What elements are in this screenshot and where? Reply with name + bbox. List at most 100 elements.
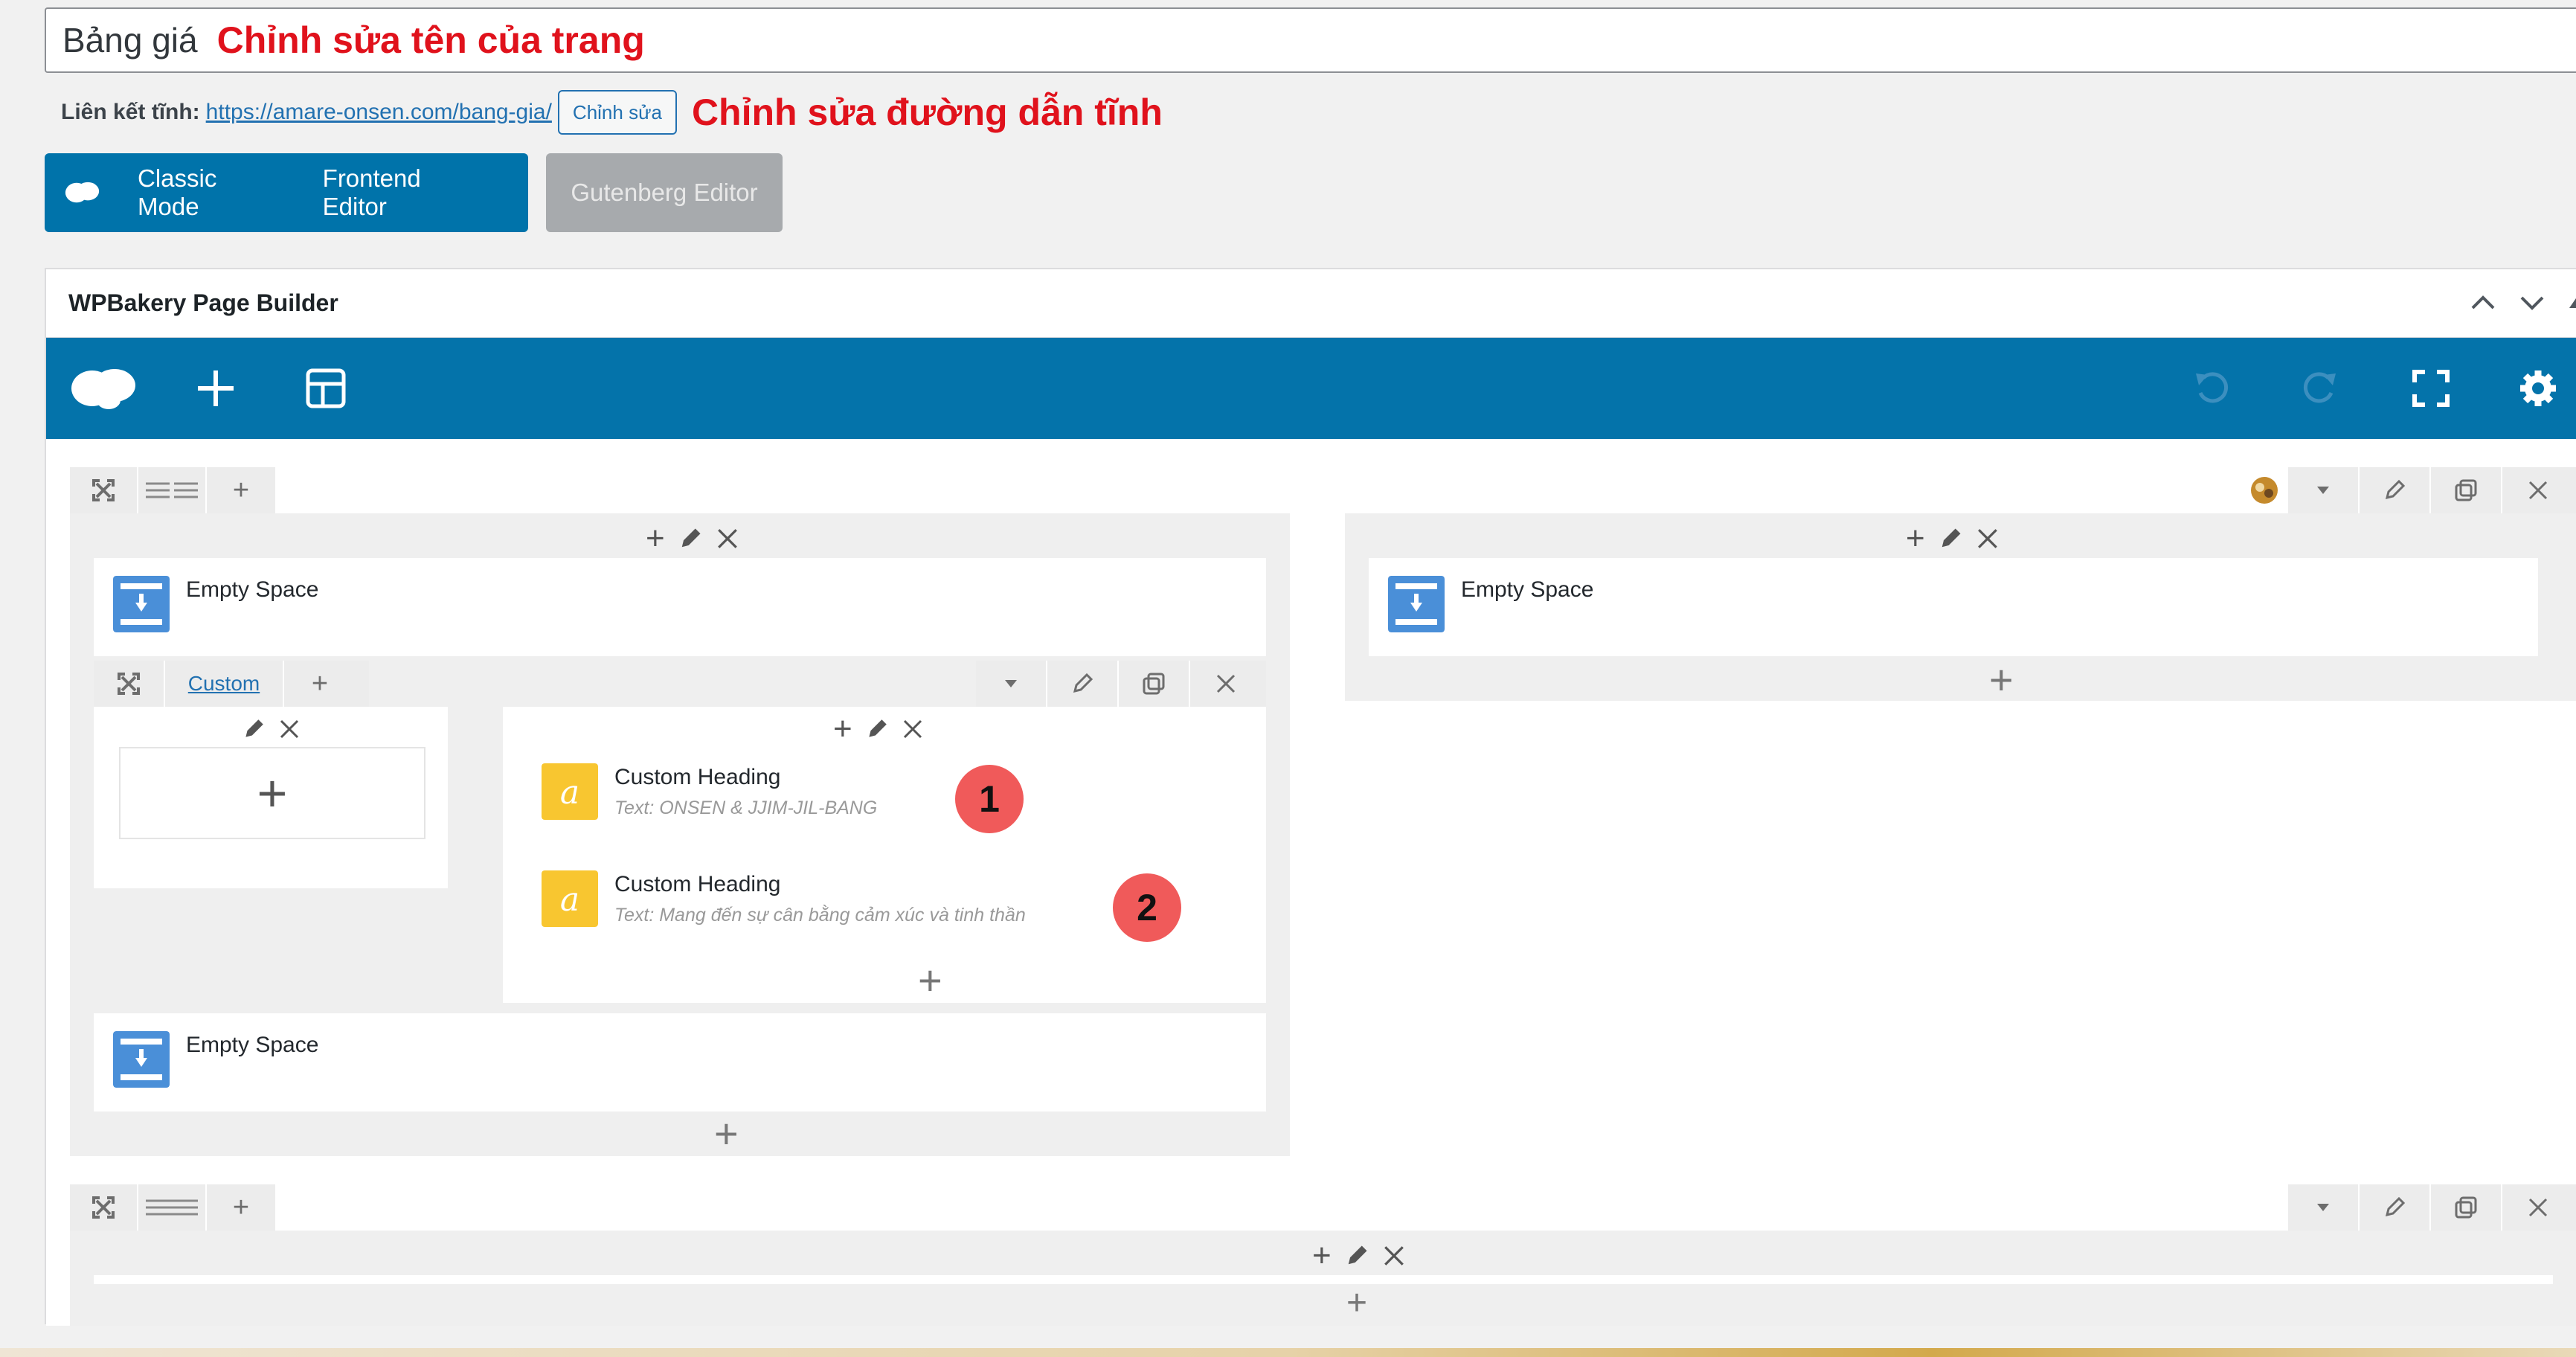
permalink-annotation: Chỉnh sửa đường dẫn tĩnh bbox=[691, 92, 1163, 133]
page-background-strip bbox=[0, 1348, 2576, 1357]
inner-column-edit-pencil-icon[interactable] bbox=[864, 716, 890, 742]
redo-icon[interactable] bbox=[2297, 366, 2342, 411]
gutenberg-editor-button[interactable]: Gutenberg Editor bbox=[546, 153, 783, 232]
column-edit-pencil-icon[interactable] bbox=[1343, 1242, 1370, 1269]
element-title: Empty Space bbox=[186, 1033, 319, 1057]
inner-row-add-column-icon[interactable]: + bbox=[284, 661, 356, 707]
panel-title: WPBakery Page Builder bbox=[68, 289, 338, 316]
annotation-badge-1: 1 bbox=[955, 765, 1024, 833]
fullscreen-icon[interactable] bbox=[2409, 366, 2453, 411]
chevron-down-icon[interactable] bbox=[2519, 292, 2546, 314]
templates-icon[interactable] bbox=[303, 366, 348, 411]
column-delete-icon[interactable] bbox=[1382, 1244, 1406, 1268]
element-title: Empty Space bbox=[186, 577, 319, 602]
column-add-icon[interactable]: + bbox=[1312, 1237, 1332, 1274]
empty-space-element[interactable]: Empty Space bbox=[94, 1013, 1266, 1111]
frontend-editor-button[interactable]: Frontend Editor bbox=[323, 164, 482, 221]
wpbakery-logo-icon bbox=[65, 182, 100, 203]
annotation-badge-2: 2 bbox=[1113, 873, 1181, 942]
inner-column-add-element-icon[interactable]: + bbox=[918, 960, 942, 1001]
row-2-actions bbox=[2288, 1184, 2576, 1231]
row-2-empty-element bbox=[94, 1275, 2553, 1284]
row-2-controls: + bbox=[70, 1184, 275, 1231]
inner-row-edit-pencil-icon[interactable] bbox=[1047, 661, 1119, 707]
column-1-add-element-icon[interactable]: + bbox=[714, 1113, 739, 1155]
row-clone-icon[interactable] bbox=[2431, 1184, 2502, 1231]
row-drag-icon[interactable] bbox=[70, 467, 139, 513]
custom-heading-element-2[interactable]: a Custom Heading Text: Mang đến sự cân b… bbox=[527, 859, 1122, 948]
row-toggle-icon[interactable] bbox=[2288, 1184, 2360, 1231]
row-1-controls: + bbox=[70, 467, 275, 513]
svg-text:a: a bbox=[560, 881, 579, 919]
wpbakery-logo-icon[interactable] bbox=[70, 366, 138, 411]
svg-text:a: a bbox=[560, 774, 579, 812]
empty-space-icon bbox=[113, 576, 170, 632]
element-title: Custom Heading bbox=[614, 765, 781, 789]
title-annotation: Chỉnh sửa tên của trang bbox=[216, 19, 645, 61]
empty-space-icon bbox=[1388, 576, 1445, 632]
column-add-icon[interactable]: + bbox=[1906, 520, 1925, 557]
row-1-actions bbox=[2288, 467, 2576, 513]
inner-column-edit-pencil-icon[interactable] bbox=[241, 716, 266, 742]
inner-row-toggle-icon[interactable] bbox=[976, 661, 1047, 707]
inner-column-add-icon[interactable]: + bbox=[833, 710, 852, 748]
element-subtitle: Text: ONSEN & JJIM-JIL-BANG bbox=[614, 798, 878, 818]
column-delete-icon[interactable] bbox=[716, 527, 739, 551]
inner-column-delete-icon[interactable] bbox=[278, 718, 301, 740]
permalink-row: Liên kết tĩnh: https://amare-onsen.com/b… bbox=[61, 86, 1163, 138]
row-2-column-controls: + bbox=[1312, 1236, 1406, 1275]
wpbakery-panel: WPBakery Page Builder + + Empty Space Cu… bbox=[45, 268, 2576, 1326]
column-delete-icon[interactable] bbox=[1976, 527, 2000, 551]
row-add-column-icon[interactable]: + bbox=[207, 1184, 275, 1231]
builder-toolbar bbox=[46, 338, 2576, 439]
element-title: Empty Space bbox=[1461, 577, 1594, 602]
row-delete-icon[interactable] bbox=[2502, 1184, 2574, 1231]
edit-slug-button[interactable]: Chỉnh sửa bbox=[557, 90, 677, 135]
add-element-placeholder[interactable]: + bbox=[119, 747, 425, 839]
row-layout-icon[interactable] bbox=[138, 467, 208, 513]
inner-row-controls: Custom + bbox=[94, 661, 369, 707]
toggle-panel-icon[interactable] bbox=[2568, 292, 2576, 314]
inner-column-2-controls: + bbox=[833, 710, 924, 748]
settings-gear-icon[interactable] bbox=[2516, 366, 2560, 411]
element-subtitle: Text: Mang đến sự cân bằng cảm xúc và ti… bbox=[614, 905, 1026, 925]
add-element-icon[interactable] bbox=[193, 366, 238, 411]
custom-heading-icon: a bbox=[542, 870, 598, 927]
column-edit-pencil-icon[interactable] bbox=[1937, 525, 1964, 552]
inner-row-drag-icon[interactable] bbox=[94, 661, 165, 707]
panel-header: WPBakery Page Builder bbox=[46, 269, 2576, 338]
row-delete-icon[interactable] bbox=[2502, 467, 2574, 513]
column-add-icon[interactable]: + bbox=[646, 520, 665, 557]
row-2-add-element-icon[interactable]: + bbox=[1346, 1286, 1367, 1321]
inner-column-delete-icon[interactable] bbox=[902, 718, 924, 740]
row-bg-image-icon[interactable] bbox=[2248, 467, 2288, 513]
empty-space-icon bbox=[113, 1031, 170, 1088]
inner-row-delete-icon[interactable] bbox=[1190, 661, 1262, 707]
permalink-link[interactable]: https://amare-onsen.com/bang-gia/ bbox=[206, 100, 552, 125]
row-edit-pencil-icon[interactable] bbox=[2360, 1184, 2431, 1231]
row-toggle-icon[interactable] bbox=[2288, 467, 2360, 513]
empty-space-element[interactable]: Empty Space bbox=[1369, 558, 2538, 656]
builder-canvas: + + Empty Space Custom + + + a Custom He… bbox=[46, 439, 2576, 1326]
empty-space-element[interactable]: Empty Space bbox=[94, 558, 1266, 656]
row-clone-icon[interactable] bbox=[2431, 467, 2502, 513]
inner-row-clone-icon[interactable] bbox=[1119, 661, 1190, 707]
custom-heading-icon: a bbox=[542, 763, 598, 820]
page-title-input[interactable]: Bảng giá Chỉnh sửa tên của trang bbox=[45, 7, 2576, 73]
row-add-column-icon[interactable]: + bbox=[207, 467, 275, 513]
chevron-up-icon[interactable] bbox=[2470, 292, 2496, 314]
row-edit-pencil-icon[interactable] bbox=[2360, 467, 2431, 513]
column-edit-pencil-icon[interactable] bbox=[677, 525, 704, 552]
inner-row-layout-custom[interactable]: Custom bbox=[165, 661, 284, 707]
custom-heading-element-1[interactable]: a Custom Heading Text: ONSEN & JJIM-JIL-… bbox=[527, 751, 943, 841]
permalink-label: Liên kết tĩnh: bbox=[61, 100, 200, 124]
undo-icon[interactable] bbox=[2190, 366, 2235, 411]
column-2-add-element-icon[interactable]: + bbox=[1989, 659, 2014, 701]
column-1-controls: + bbox=[646, 519, 739, 558]
editor-mode-bar: Classic Mode Frontend Editor bbox=[45, 153, 528, 232]
row-drag-icon[interactable] bbox=[70, 1184, 139, 1231]
classic-mode-button[interactable]: Classic Mode bbox=[138, 164, 277, 221]
row-layout-icon[interactable] bbox=[138, 1184, 208, 1231]
page-title-value[interactable]: Bảng giá bbox=[62, 20, 198, 60]
column-2-controls: + bbox=[1906, 519, 2000, 558]
